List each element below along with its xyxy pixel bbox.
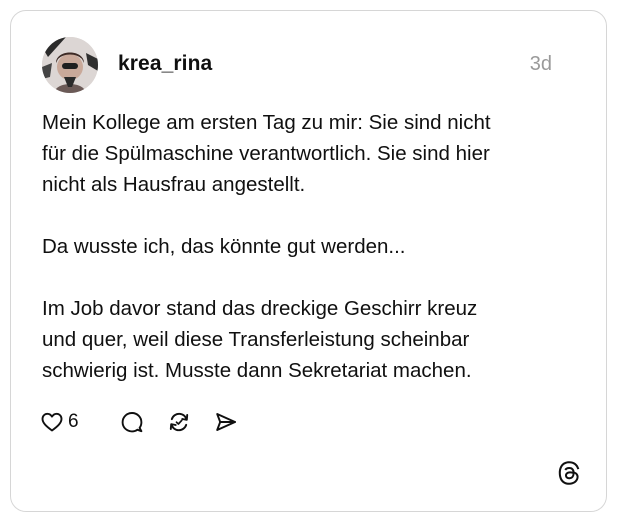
post-line: und quer, weil diese Transferleistung sc…	[42, 328, 470, 351]
post-line: für die Spülmaschine verantwortlich. Sie…	[42, 142, 490, 165]
heart-icon	[41, 412, 63, 432]
comment-icon	[121, 412, 143, 433]
avatar-image	[42, 37, 98, 93]
threads-logo-icon[interactable]	[556, 460, 582, 486]
post-line: Im Job davor stand das dreckige Geschirr…	[42, 297, 478, 320]
post-line: Da wusste ich, das könnte gut werden...	[42, 235, 406, 258]
post-text: Mein Kollege am ersten Tag zu mir: Sie s…	[42, 107, 582, 386]
share-button[interactable]	[214, 409, 238, 435]
post-line: Mein Kollege am ersten Tag zu mir: Sie s…	[42, 111, 491, 134]
share-icon	[216, 413, 236, 431]
post-card: krea_rina 3d Mein Kollege am ersten Tag …	[10, 10, 607, 512]
repost-button[interactable]	[167, 409, 191, 435]
repost-icon	[169, 412, 189, 432]
post-timestamp: 3d	[529, 53, 552, 75]
like-count: 6	[68, 411, 79, 432]
post-line: nicht als Hausfrau angestellt.	[42, 173, 306, 196]
comment-button[interactable]	[120, 409, 144, 435]
post-paragraph: Mein Kollege am ersten Tag zu mir: Sie s…	[42, 107, 582, 200]
post-paragraph: Da wusste ich, das könnte gut werden...	[42, 231, 582, 262]
post-line: schwierig ist. Musste dann Sekretariat m…	[42, 359, 472, 382]
post-paragraph: Im Job davor stand das dreckige Geschirr…	[42, 293, 582, 386]
username[interactable]: krea_rina	[118, 52, 212, 76]
avatar[interactable]	[42, 37, 98, 93]
threads-logo-glyph	[558, 461, 580, 485]
like-button[interactable]: 6	[40, 409, 79, 435]
